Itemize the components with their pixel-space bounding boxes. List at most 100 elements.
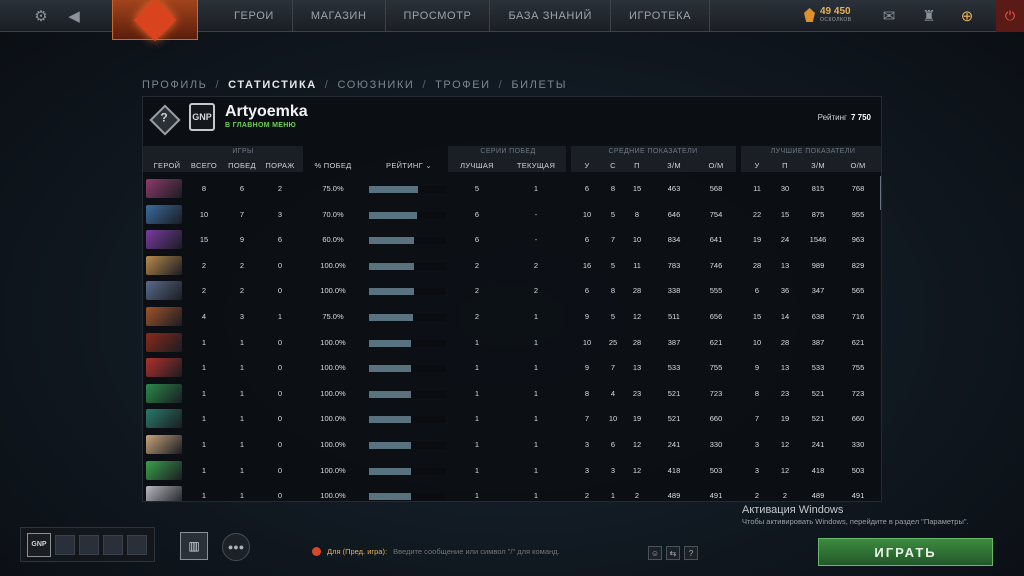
cell-best-assists: 14 (780, 312, 790, 321)
tab-tickets[interactable]: БИЛЕТЫ (511, 79, 567, 91)
party-slot[interactable] (55, 534, 75, 555)
cell-best-streak: 1 (474, 414, 480, 424)
settings-gear-icon[interactable]: ⚙ (28, 0, 54, 32)
cell-cur-streak: 1 (533, 414, 539, 424)
nav-learn[interactable]: БАЗА ЗНАНИЙ (490, 0, 611, 32)
emoticon-icon[interactable]: ☺ (648, 546, 662, 560)
col-avg-assists[interactable]: П (629, 161, 645, 170)
table-row[interactable]: 15 9 6 60.0% 6 - 6 7 10 834 641 19 24 1546 963 (143, 227, 881, 252)
cell-avg-assists: 28 (632, 286, 642, 296)
plus-icon[interactable]: ⊕ (956, 0, 978, 32)
cell-wins: 1 (239, 363, 245, 373)
hero-portrait[interactable] (146, 281, 182, 301)
back-arrow-icon[interactable]: ◀ (60, 0, 88, 32)
chat-swap-icon[interactable]: ⇆ (666, 546, 680, 560)
col-wins[interactable]: ПОБЕД (225, 161, 259, 170)
table-row[interactable]: 1 1 0 100.0% 1 1 9 7 13 533 755 9 13 533 755 (143, 355, 881, 380)
dota-logo[interactable] (112, 0, 198, 41)
tab-stats[interactable]: СТАТИСТИКА (228, 79, 317, 91)
mail-icon[interactable]: ✉ (878, 0, 900, 32)
col-avg-gpm[interactable]: З/М (661, 161, 687, 170)
table-row[interactable]: 4 3 1 75.0% 2 1 9 5 12 511 656 15 14 638 716 (143, 304, 881, 329)
col-cur-streak[interactable]: ТЕКУЩАЯ (513, 161, 559, 170)
cell-cur-streak: 2 (533, 286, 539, 296)
hero-portrait[interactable] (146, 255, 182, 275)
hero-portrait[interactable] (146, 332, 182, 352)
cell-best-assists: 13 (780, 260, 790, 270)
nav-heroes[interactable]: ГЕРОИ (216, 0, 293, 32)
table-scrollbar[interactable] (880, 176, 881, 210)
hero-portrait[interactable] (146, 204, 182, 224)
cell-avg-kills: 3 (584, 440, 590, 449)
col-best-assists[interactable]: П (777, 161, 793, 170)
col-avg-xpm[interactable]: О/М (701, 161, 731, 170)
play-button[interactable]: ИГРАТЬ (818, 538, 993, 566)
hero-portrait[interactable] (146, 179, 182, 198)
hero-portrait[interactable] (146, 460, 182, 480)
tab-allies[interactable]: СОЮЗНИКИ (337, 79, 414, 91)
nav-arcade[interactable]: ИГРОТЕКА (611, 0, 711, 32)
avatar[interactable]: GNP (189, 103, 215, 131)
table-row[interactable]: 8 6 2 75.0% 5 1 6 8 15 463 568 11 30 815 768 (143, 176, 881, 201)
col-avg-deaths[interactable]: С (605, 161, 621, 170)
rating-bar (369, 416, 446, 424)
col-rating[interactable]: РЕЙТИНГ ⌄ (379, 161, 439, 170)
social-group-icon[interactable]: ●●● (222, 533, 250, 561)
table-row[interactable]: 1 1 0 100.0% 1 1 10 25 28 387 621 10 28 387 621 (143, 330, 881, 355)
cell-best-xpm: 565 (851, 286, 865, 296)
hero-portrait[interactable] (146, 409, 182, 429)
power-icon[interactable]: ⏻ (996, 0, 1024, 32)
cell-avg-gpm: 521 (667, 414, 681, 424)
chat-input[interactable] (393, 547, 654, 556)
table-row[interactable]: 1 1 0 100.0% 1 1 2 1 2 489 491 2 2 489 491 (143, 483, 881, 501)
cell-winrate: 60.0% (322, 235, 344, 245)
party-slot[interactable] (103, 534, 123, 555)
tab-trophies[interactable]: ТРОФЕИ (435, 79, 491, 91)
col-best-gpm[interactable]: З/М (805, 161, 831, 170)
hero-portrait[interactable] (146, 358, 182, 378)
rating-bar-fill (369, 262, 414, 270)
nav-watch[interactable]: ПРОСМОТР (386, 0, 491, 32)
armory-icon[interactable]: ♜ (918, 0, 940, 32)
col-total[interactable]: ВСЕГО (189, 161, 219, 170)
col-best-xpm[interactable]: О/М (843, 161, 873, 170)
col-best-kills[interactable]: У (749, 161, 765, 170)
col-best-streak[interactable]: ЛУЧШАЯ (457, 161, 497, 170)
col-losses[interactable]: ПОРАЖ (263, 161, 297, 170)
hero-portrait[interactable] (146, 435, 182, 454)
battle-pass-icon[interactable]: ▥ (180, 532, 208, 560)
party-avatar[interactable]: GNP (27, 532, 51, 557)
cell-best-assists: 28 (780, 337, 790, 347)
table-row[interactable]: 2 2 0 100.0% 2 2 16 5 11 783 746 28 13 989 829 (143, 253, 881, 278)
cell-best-gpm: 489 (811, 491, 825, 501)
help-icon[interactable]: ? (684, 546, 698, 560)
hero-portrait[interactable] (146, 486, 182, 501)
col-hero[interactable]: ГЕРОЙ (149, 161, 185, 170)
table-row[interactable]: 2 2 0 100.0% 2 2 6 8 28 338 555 6 36 347 565 (143, 278, 881, 303)
shards-counter[interactable]: 49 450 ОСКОЛКОВ (804, 7, 852, 23)
hero-portrait[interactable] (146, 383, 182, 403)
cell-avg-deaths: 7 (610, 363, 616, 373)
hero-portrait[interactable] (146, 307, 182, 326)
rank-badge-icon[interactable]: ? (149, 104, 181, 136)
table-row[interactable]: 1 1 0 100.0% 1 1 3 3 12 418 503 3 12 418 503 (143, 458, 881, 483)
rating-bar-fill (369, 493, 412, 501)
table-row[interactable]: 10 7 3 70.0% 6 - 10 5 8 646 754 22 15 875 955 (143, 202, 881, 227)
chat-channel[interactable]: Для (Пред. игра): (327, 547, 387, 556)
party-slot[interactable] (79, 534, 99, 555)
table-row[interactable]: 1 1 0 100.0% 1 1 8 4 23 521 723 8 23 521 723 (143, 381, 881, 406)
hero-portrait[interactable] (146, 230, 182, 250)
col-avg-kills[interactable]: У (579, 161, 595, 170)
party-slot[interactable] (127, 534, 147, 555)
cell-total: 15 (199, 235, 209, 245)
tab-separator: / (422, 79, 428, 91)
cell-losses: 0 (277, 337, 283, 347)
nav-store[interactable]: МАГАЗИН (293, 0, 386, 32)
table-row[interactable]: 1 1 0 100.0% 1 1 3 6 12 241 330 3 12 241 330 (143, 432, 881, 457)
cell-best-assists: 12 (780, 440, 790, 449)
cell-best-xpm: 955 (851, 209, 865, 219)
cell-best-xpm: 660 (851, 414, 865, 424)
tab-profile[interactable]: ПРОФИЛЬ (142, 79, 207, 91)
table-row[interactable]: 1 1 0 100.0% 1 1 7 10 19 521 660 7 19 521 660 (143, 406, 881, 431)
col-winrate[interactable]: % ПОБЕД (311, 161, 355, 170)
